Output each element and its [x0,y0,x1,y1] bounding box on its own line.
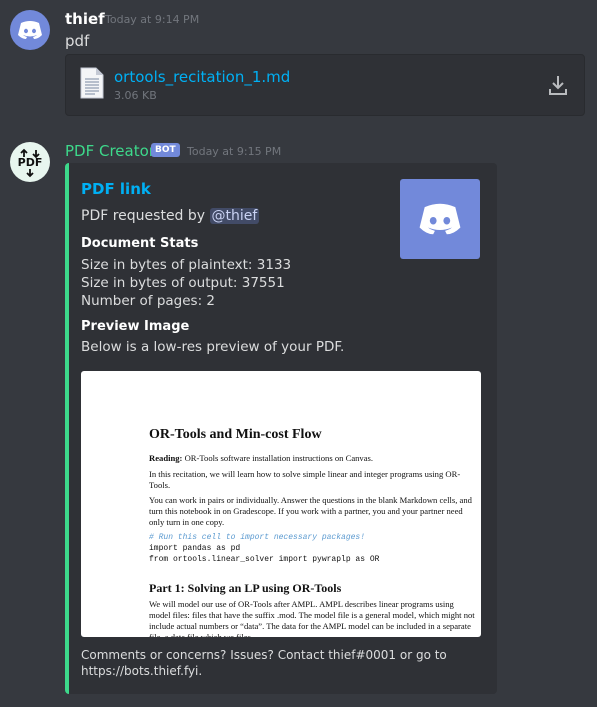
username[interactable]: thief [65,10,105,28]
message-timestamp: Today at 9:15 PM [187,145,282,158]
preview-section-heading: Part 1: Solving an LP using OR-Tools [149,581,342,595]
user-avatar[interactable] [10,10,50,50]
preview-code-line: import pandas as pd [149,544,241,553]
field-value-line: Size in bytes of output: 37551 [81,275,285,291]
preview-reading-label: Reading: [149,453,183,463]
message-timestamp: Today at 9:14 PM [105,13,200,26]
pdf-embed: PDF link PDF requested by @thief Documen… [65,163,497,694]
discord-logo-icon [419,203,461,235]
message-text: pdf [65,32,90,50]
field-value-line: Number of pages: 2 [81,293,216,309]
embed-description: PDF requested by @thief [81,208,260,224]
pdf-creator-logo-icon: PDF [18,148,43,178]
embed-footer: Comments or concerns? Issues? Contact th… [81,648,447,678]
field-value-line: Below is a low-res preview of your PDF. [81,339,345,355]
description-text: PDF requested by [81,208,206,224]
embed-title-link[interactable]: PDF link [81,180,151,198]
preview-reading-text: OR-Tools software installation instructi… [184,453,374,463]
embed-thumbnail [400,179,480,259]
bot-badge: BOT [151,143,180,157]
preview-paragraph: In this recitation, we will learn how to… [149,469,461,490]
field-name: Document Stats [81,236,199,251]
preview-reading: Reading: OR-Tools software installation … [149,453,475,464]
preview-code-comment: # Run this cell to import necessary pack… [149,533,366,542]
file-attachment: ortools_recitation_1.md 3.06 KB [65,54,585,116]
discord-logo-icon [18,21,42,39]
bot-avatar[interactable]: PDF [10,142,50,182]
pdf-preview-image[interactable]: OR-Tools and Min-cost Flow Reading: OR-T… [81,371,481,637]
bot-username[interactable]: PDF Creator [65,142,155,160]
preview-code-line: from ortools.linear_solver import pywrap… [149,555,380,564]
svg-text:PDF: PDF [18,156,43,169]
preview-paragraph: You can work in pairs or individually. A… [149,495,472,527]
attachment-file-link[interactable]: ortools_recitation_1.md [114,68,290,86]
field-value-line: Size in bytes of plaintext: 3133 [81,257,292,273]
preview-paragraph: We will model our use of OR-Tools after … [149,599,475,637]
user-mention[interactable]: @thief [209,208,260,224]
download-icon[interactable] [549,75,567,95]
field-name: Preview Image [81,319,190,334]
attachment-file-size: 3.06 KB [114,89,157,102]
preview-doc-title: OR-Tools and Min-cost Flow [149,427,322,442]
file-document-icon [80,67,104,99]
